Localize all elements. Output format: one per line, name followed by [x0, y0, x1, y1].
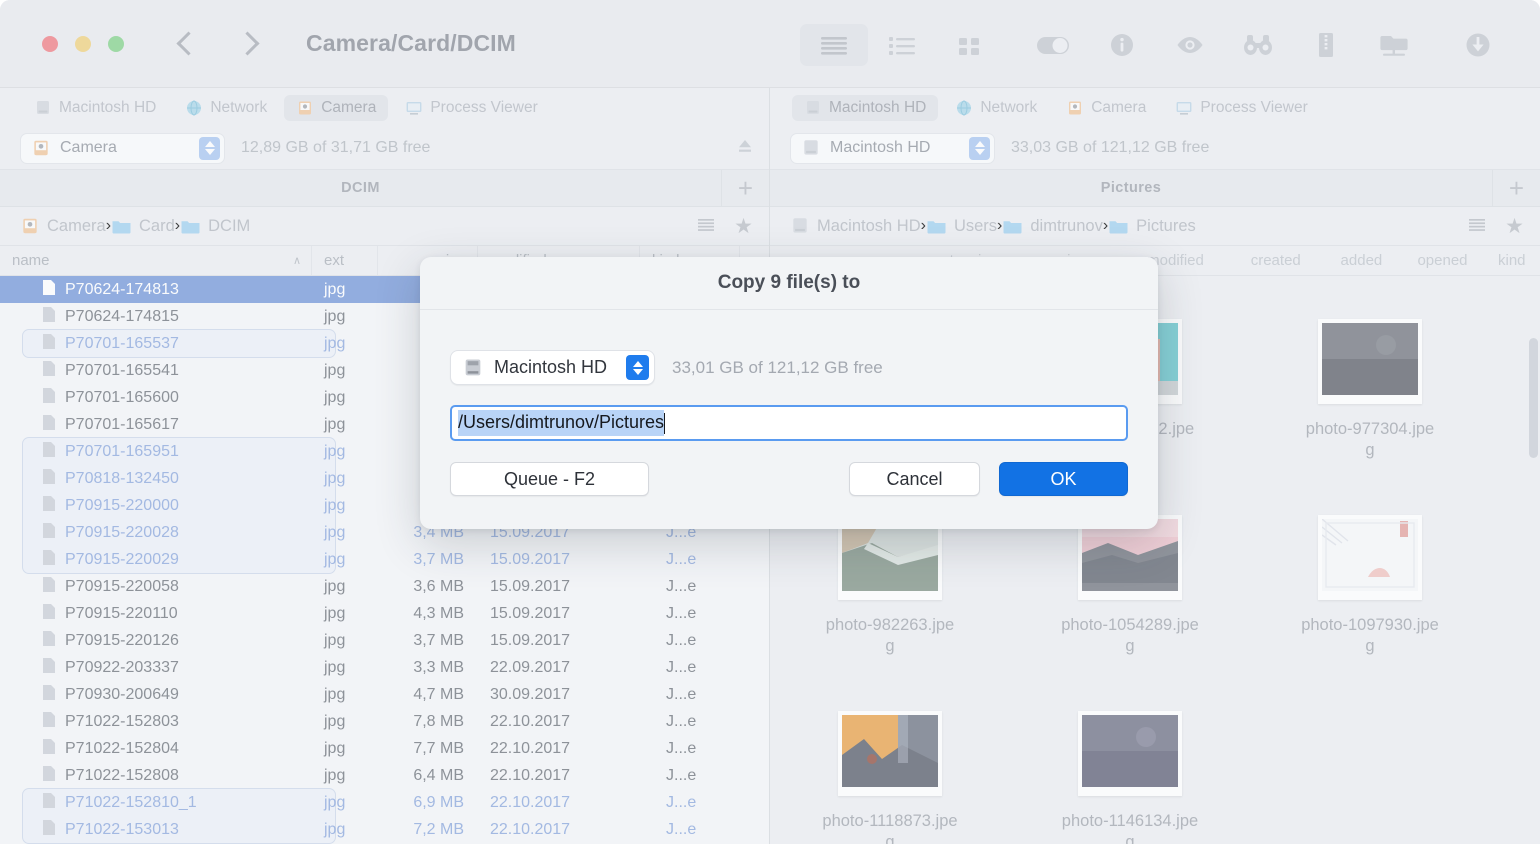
dialog-drive-name: Macintosh HD [494, 357, 608, 377]
queue-button[interactable]: Queue - F2 [450, 462, 649, 496]
ok-button[interactable]: OK [999, 462, 1128, 496]
dialog-body: Macintosh HD 33,01 GB of 121,12 GB free … [420, 310, 1158, 496]
dialog-drive-selector[interactable]: Macintosh HD [450, 350, 655, 385]
text-caret [664, 412, 666, 434]
dialog-title: Copy 9 file(s) to [420, 257, 1158, 310]
dialog-drive-stepper[interactable] [626, 355, 649, 380]
cancel-button[interactable]: Cancel [849, 462, 980, 496]
destination-path-value: /Users/dimtrunov/Pictures [458, 410, 665, 436]
destination-path-input[interactable]: /Users/dimtrunov/Pictures [450, 405, 1128, 441]
dialog-drive-row: Macintosh HD 33,01 GB of 121,12 GB free [450, 350, 1128, 385]
dialog-buttons: Queue - F2 Cancel OK [450, 462, 1128, 496]
copy-dialog: Copy 9 file(s) to Macintosh HD 33,01 GB … [420, 257, 1158, 529]
dialog-free-space: 33,01 GB of 121,12 GB free [672, 357, 883, 377]
file-manager-window: Camera/Card/DCIM Macintosh HD Network Ca… [0, 0, 1540, 844]
